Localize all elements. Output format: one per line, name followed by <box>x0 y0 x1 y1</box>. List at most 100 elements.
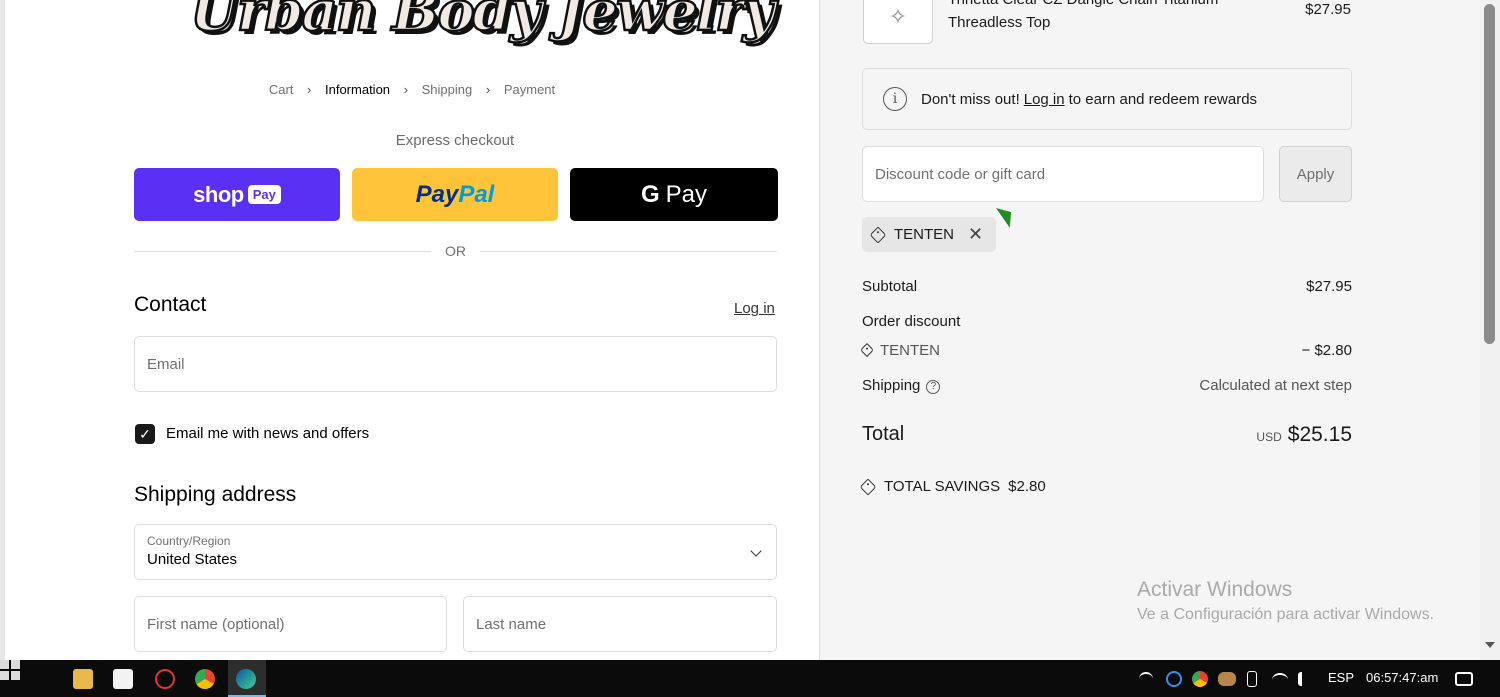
tray-app-icon[interactable] <box>1166 671 1182 687</box>
divider-line <box>134 250 431 252</box>
battery-icon[interactable] <box>1247 671 1257 687</box>
newsletter-checkbox[interactable]: ✓ <box>135 424 155 444</box>
shipping-value: Calculated at next step <box>1199 377 1352 394</box>
chevron-right-icon: › <box>485 82 491 97</box>
scroll-down-arrow-icon[interactable] <box>1485 642 1495 648</box>
country-label: Country/Region <box>147 534 231 548</box>
breadcrumb-payment: Payment <box>503 82 556 97</box>
wifi-icon[interactable] <box>1272 673 1288 687</box>
windows-activation-watermark: Activar Windows Ve a Configuración para … <box>1137 578 1434 624</box>
last-name-field[interactable]: Last name <box>463 596 777 652</box>
tray-cloud-icon[interactable] <box>1218 672 1236 686</box>
language-indicator[interactable]: ESP <box>1328 670 1354 685</box>
mouse-cursor <box>996 202 1018 228</box>
or-divider: OR <box>134 242 777 260</box>
shop-pay-button[interactable]: shop Pay <box>134 168 340 221</box>
total-value: $25.15 <box>1287 423 1352 446</box>
shipping-address-heading: Shipping address <box>134 483 297 506</box>
subtotal-label: Subtotal <box>862 278 918 295</box>
applied-discount-tag: TENTEN ✕ <box>862 217 996 252</box>
remove-discount-icon[interactable]: ✕ <box>968 224 983 245</box>
tray-chrome-icon[interactable] <box>1192 671 1208 687</box>
product-price: $27.95 <box>1305 1 1351 18</box>
order-discount-row: Order discount <box>862 313 1352 330</box>
chevron-right-icon: › <box>307 82 312 97</box>
product-name: Trinetta Clear CZ Dangle Chain Titanium … <box>948 0 1218 31</box>
discount-value: − $2.80 <box>1301 342 1352 359</box>
discount-code-line: TENTEN <box>859 342 940 359</box>
paypal-logo-pal: Pal <box>458 180 495 208</box>
google-pay-label: Pay <box>665 180 708 208</box>
newsletter-label: Email me with news and offers <box>166 425 370 442</box>
discount-code-input[interactable]: Discount code or gift card <box>862 146 1264 202</box>
watermark-title: Activar Windows <box>1137 578 1293 601</box>
scrollbar-thumb[interactable] <box>1484 4 1495 344</box>
discount-code-name: TENTEN <box>880 342 940 359</box>
savings-label: TOTAL SAVINGS <box>884 478 1001 495</box>
first-name-field[interactable]: First name (optional) <box>134 596 447 652</box>
help-icon[interactable]: ? <box>926 380 941 394</box>
google-pay-button[interactable]: G Pay <box>570 168 778 221</box>
paypal-button[interactable]: PayPal <box>352 168 558 221</box>
notifications-icon[interactable] <box>1455 672 1473 686</box>
breadcrumb-information: Information <box>325 82 391 97</box>
subtotal-row: Subtotal $27.95 <box>862 278 1352 295</box>
rewards-login-link[interactable]: Log in <box>1024 91 1065 108</box>
windows-taskbar: ESP 06:57:47:am <box>0 660 1500 697</box>
order-summary-pane: ✧ Trinetta Clear CZ Dangle Chain Titaniu… <box>819 0 1480 660</box>
subtotal-value: $27.95 <box>1306 278 1352 295</box>
shop-pay-badge: Pay <box>247 185 281 204</box>
product-thumbnail: ✧ <box>863 0 933 44</box>
tag-icon <box>859 342 875 358</box>
page-scrollbar[interactable] <box>1480 0 1500 660</box>
total-currency: USD <box>1256 430 1282 444</box>
contact-login-link[interactable]: Log in <box>734 300 775 317</box>
shipping-row: Shipping? Calculated at next step <box>862 377 1352 394</box>
contact-heading: Contact <box>134 293 207 316</box>
divider-line <box>480 250 777 252</box>
total-row: Total USD $25.15 <box>862 423 1352 446</box>
shipping-label: Shipping <box>862 377 921 394</box>
store-icon[interactable] <box>113 669 133 689</box>
rewards-prefix: Don't miss out! <box>921 90 1020 108</box>
total-savings: TOTAL SAVINGS $2.80 <box>859 478 1046 495</box>
app-icon[interactable] <box>155 669 175 689</box>
edge-icon[interactable] <box>236 669 256 689</box>
or-label: OR <box>445 243 466 259</box>
google-g-icon: G <box>640 180 660 208</box>
apply-discount-button[interactable]: Apply <box>1279 146 1352 202</box>
windows-start-icon[interactable] <box>0 660 20 680</box>
savings-tag-icon <box>859 478 877 495</box>
rewards-suffix: to earn and redeem rewards <box>1068 90 1258 108</box>
file-explorer-icon[interactable] <box>73 669 93 689</box>
paypal-logo: PayPal <box>416 181 495 209</box>
info-icon: i <box>883 87 907 111</box>
shop-pay-logo: shop <box>193 181 244 207</box>
chevron-right-icon: › <box>403 82 409 97</box>
checkout-form-pane: Urban Body Jewelry Cart › Information › … <box>5 0 819 660</box>
chrome-icon[interactable] <box>195 669 215 689</box>
volume-icon[interactable] <box>1298 672 1312 686</box>
checkmark-icon: ✓ <box>139 425 151 442</box>
total-amount-group: USD $25.15 <box>1256 423 1352 447</box>
order-discount-label: Order discount <box>862 313 961 330</box>
email-field[interactable]: Email <box>134 336 777 392</box>
breadcrumb-shipping: Shipping <box>421 82 473 97</box>
country-value: United States <box>147 551 238 568</box>
store-logo[interactable]: Urban Body Jewelry <box>189 0 777 58</box>
savings-value: $2.80 <box>1008 478 1046 495</box>
jewelry-image-icon: ✧ <box>888 4 908 29</box>
system-clock[interactable]: 06:57:47:am <box>1366 670 1438 685</box>
breadcrumb-cart[interactable]: Cart <box>269 82 294 97</box>
screen: Urban Body Jewelry Cart › Information › … <box>0 0 1500 697</box>
tray-chevron-icon[interactable] <box>1139 672 1153 686</box>
express-checkout-title: Express checkout <box>395 132 515 149</box>
breadcrumb: Cart › Information › Shipping › Payment <box>5 82 819 97</box>
country-select[interactable]: Country/Region United States <box>134 524 777 580</box>
total-label: Total <box>862 423 905 445</box>
paypal-logo-pay: Pay <box>415 180 459 208</box>
rewards-banner: i Don't miss out! Log in to earn and red… <box>862 68 1352 130</box>
tag-icon <box>869 226 887 243</box>
applied-code: TENTEN <box>894 226 954 243</box>
discount-code-row: TENTEN − $2.80 <box>859 342 1352 359</box>
